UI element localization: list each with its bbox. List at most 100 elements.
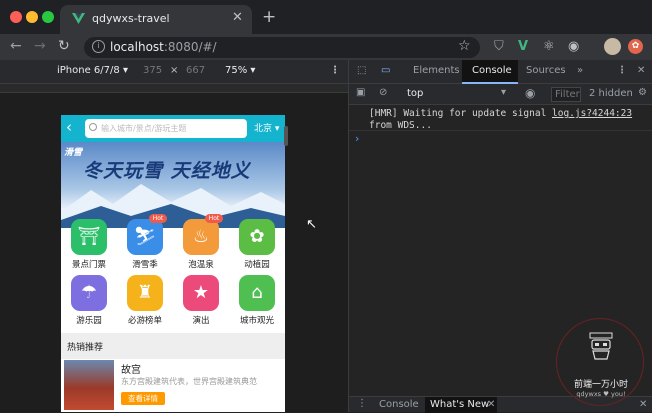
vue-devtools-icon[interactable]: V [518, 39, 528, 54]
app-header: ‹ 输入城市/景点/游玩主题 北京 ▾ [61, 115, 285, 142]
mobile-page: ‹ 输入城市/景点/游玩主题 北京 ▾ 滑雪 冬天玩雪 天经地义 ⛩ 景点门票 ⛷ H… [61, 115, 285, 412]
tab-elements[interactable]: Elements [413, 65, 460, 76]
drawer-tab-whats-new[interactable]: What's New [430, 399, 489, 410]
bookmark-star-icon[interactable]: ☆ [458, 38, 471, 54]
drawer-menu-icon[interactable]: ⋮ [357, 398, 367, 409]
category-icon-item[interactable]: ♜ 必游榜单 [117, 271, 173, 329]
category-label: 必游榜单 [127, 316, 162, 326]
vue-logo-icon [72, 13, 85, 24]
site-info-icon[interactable]: i [92, 40, 105, 53]
clear-console-icon[interactable]: ⊘ [379, 87, 387, 98]
device-height[interactable]: 667 [186, 65, 205, 76]
search-input[interactable]: 输入城市/景点/游玩主题 [85, 119, 247, 138]
device-ruler [0, 84, 348, 93]
category-label: 演出 [192, 316, 210, 326]
toggle-device-icon[interactable]: ▭ [381, 65, 390, 76]
filter-placeholder: Filter [555, 89, 580, 100]
forward-icon[interactable]: → [34, 38, 46, 54]
console-prompt-icon[interactable]: › [355, 132, 359, 145]
city-select[interactable]: 北京 ▾ [254, 121, 279, 134]
hot-badge: Hot [205, 214, 223, 223]
device-select[interactable]: iPhone 6/7/8 ▾ [57, 65, 128, 76]
watermark-subtext: qdywxs ♥ you! [576, 390, 626, 398]
category-label: 城市观光 [239, 316, 274, 326]
tab-close-icon[interactable]: ✕ [232, 10, 243, 25]
new-tab-icon[interactable]: + [262, 7, 276, 27]
section-title: 热销推荐 [67, 343, 104, 353]
devtools-menu-icon[interactable]: ⋮ [617, 65, 627, 76]
url-text: localhost:8080/#/ [110, 40, 217, 54]
header-back-icon[interactable]: ‹ [66, 118, 72, 136]
device-width[interactable]: 375 [143, 65, 162, 76]
minimize-window-button[interactable] [26, 11, 38, 23]
category-icon-item[interactable]: ✿ 动植园 [229, 215, 285, 273]
zoom-select[interactable]: 75% ▾ [225, 65, 255, 76]
react-devtools-icon[interactable]: ⚛ [543, 39, 555, 54]
category-icon: ⌂ [239, 275, 275, 311]
more-tabs-icon[interactable]: » [577, 65, 583, 76]
context-select[interactable]: top [407, 88, 423, 99]
more-options-icon[interactable]: ⋮ [330, 65, 340, 76]
console-settings-gear-icon[interactable]: ⚙ [638, 87, 647, 98]
console-toolbar: ▣ ⊘ top ▾ ◉ Filter 2 hidden ⚙ [349, 84, 652, 105]
hidden-count[interactable]: 2 hidden [589, 88, 633, 99]
watermark-text: 前端一万小时 [573, 380, 628, 390]
drawer-tab-close-icon[interactable]: ✕ [487, 399, 495, 410]
divider [349, 130, 652, 131]
devtools-close-icon[interactable]: ✕ [637, 65, 645, 76]
device-toolbar: iPhone 6/7/8 ▾ 375 × 667 75% ▾ ⋮ [0, 60, 348, 84]
category-label: 泡温泉 [188, 260, 214, 270]
mouse-cursor-icon: ↖ [306, 217, 317, 232]
category-icon-item[interactable]: ☂ 游乐园 [61, 271, 117, 329]
browser-tab[interactable]: qdywxs-travel ✕ [60, 5, 252, 34]
inspect-element-icon[interactable]: ⬚ [357, 65, 366, 76]
view-details-button[interactable]: 查看详情 [121, 392, 165, 405]
category-icon-item[interactable]: ⌂ 城市观光 [229, 271, 285, 329]
category-icon: ⛷ [127, 219, 163, 255]
profile-avatar[interactable] [604, 38, 621, 55]
item-description: 东方宫殿建筑代表，世界宫殿建筑典范 [121, 377, 257, 386]
category-label: 景点门票 [71, 260, 106, 270]
category-label: 滑雪季 [132, 260, 158, 270]
category-label: 游乐园 [76, 316, 102, 326]
context-dropdown-icon[interactable]: ▾ [501, 87, 506, 98]
console-message-line: [HMR] Waiting for update signal [369, 108, 547, 119]
reload-icon[interactable]: ↻ [58, 38, 70, 54]
hot-badge: Hot [149, 214, 167, 223]
category-icon: ♨ [183, 219, 219, 255]
console-source-link[interactable]: log.js?4244:23 [552, 108, 632, 119]
section-header: 热销推荐 [61, 333, 285, 359]
console-message: [HMR] Waiting for update signal from WDS… [369, 108, 546, 132]
item-name[interactable]: 故宫 [121, 361, 141, 376]
category-icon-item[interactable]: ★ 演出 [173, 271, 229, 329]
watermark: 前端一万小时 qdywxs ♥ you! [556, 318, 644, 406]
tab-sources[interactable]: Sources [526, 65, 566, 76]
tab-title: qdywxs-travel [92, 12, 170, 25]
category-icon-item[interactable]: ⛷ Hot 滑雪季 [117, 214, 173, 273]
page-scrollbar[interactable] [284, 126, 288, 146]
item-thumbnail[interactable] [64, 360, 114, 410]
sidebar-toggle-icon[interactable]: ▣ [356, 87, 365, 98]
maximize-window-button[interactable] [42, 11, 54, 23]
shield-extension-icon[interactable]: ⛉ [494, 39, 504, 54]
back-icon[interactable]: ← [10, 38, 22, 54]
category-icon-item[interactable]: ♨ Hot 泡温泉 [173, 214, 229, 273]
category-label: 动植园 [244, 260, 270, 270]
extension-badge-icon[interactable]: ✿ [628, 39, 643, 54]
category-icon-item[interactable]: ⛩ 景点门票 [61, 215, 117, 273]
watermark-robot-icon [589, 332, 613, 360]
category-icon: ★ [183, 275, 219, 311]
address-toolbar: ← → ↻ i localhost:8080/#/ ☆ ⛉ V ⚛ ◉ ✿ [0, 34, 652, 60]
drawer-tab-console[interactable]: Console [379, 399, 419, 410]
tab-console[interactable]: Console [472, 65, 512, 76]
record-extension-icon[interactable]: ◉ [568, 39, 579, 54]
category-icon: ☂ [71, 275, 107, 311]
category-icon: ♜ [127, 275, 163, 311]
category-icon: ✿ [239, 219, 275, 255]
devtools-tabbar: ⬚ ▭ Elements Console Sources » ⋮ ✕ [349, 60, 652, 84]
drawer-close-icon[interactable]: ✕ [639, 399, 647, 410]
close-window-button[interactable] [10, 11, 22, 23]
dimension-separator: × [170, 65, 179, 76]
omnibox[interactable]: i localhost:8080/#/ ☆ [84, 37, 480, 58]
live-expression-eye-icon[interactable]: ◉ [525, 86, 535, 100]
